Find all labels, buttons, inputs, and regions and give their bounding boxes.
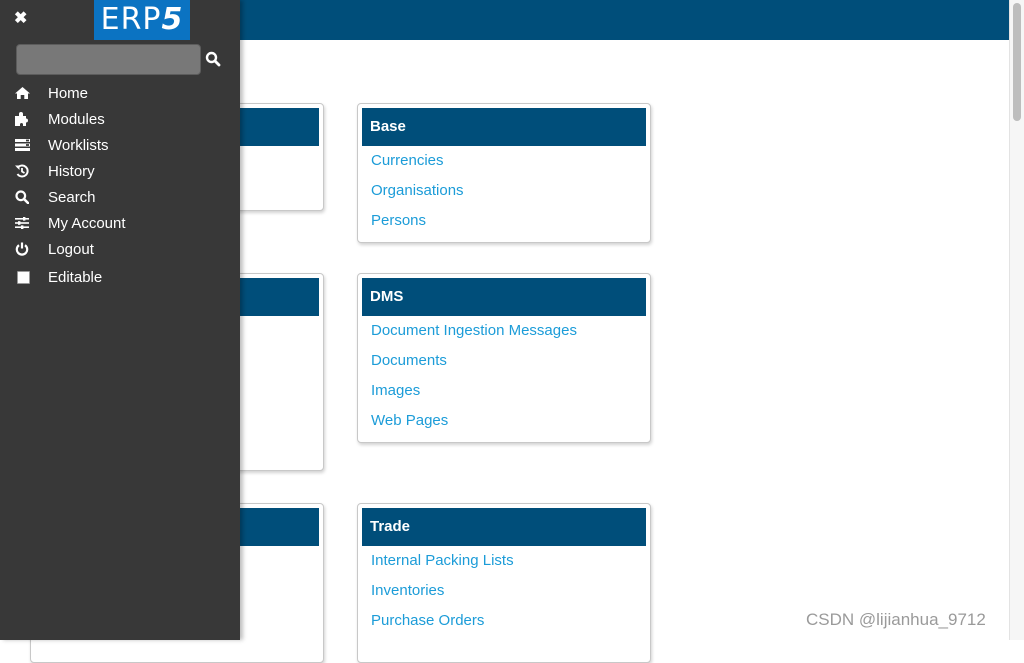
sidebar-item-search[interactable]: Search (0, 184, 240, 210)
power-icon (0, 242, 48, 256)
history-icon (0, 164, 48, 178)
sidebar-item-worklists[interactable]: Worklists (0, 132, 240, 158)
list-item: Document Ingestion Messages (362, 318, 646, 348)
list-item: Web Pages (362, 408, 646, 438)
search-icon (205, 51, 221, 67)
list-item: Persons (362, 208, 646, 238)
list-item: Documents (362, 348, 646, 378)
module-link-currencies[interactable]: Currencies (371, 152, 444, 169)
close-sidebar-button[interactable]: ✖ (14, 10, 30, 28)
module-card-trade: Trade Internal Packing Lists Inventories… (357, 503, 651, 663)
sidebar-item-label: Worklists (48, 136, 109, 154)
sidebar-item-label: Logout (48, 240, 94, 258)
list-item: Images (362, 378, 646, 408)
vertical-scrollbar[interactable] (1009, 0, 1024, 640)
sidebar-item-modules[interactable]: Modules (0, 106, 240, 132)
puzzle-icon (0, 112, 48, 126)
list-item: Organisations (362, 178, 646, 208)
module-link-organisations[interactable]: Organisations (371, 182, 464, 199)
sidebar-item-home[interactable]: Home (0, 80, 240, 106)
editable-checkbox[interactable] (17, 270, 30, 284)
sidebar-item-label: History (48, 162, 95, 180)
module-link-document-ingestion-messages[interactable]: Document Ingestion Messages (371, 322, 577, 339)
checkbox-icon (0, 270, 48, 284)
close-icon: ✖ (14, 10, 28, 27)
module-link-internal-packing-lists[interactable]: Internal Packing Lists (371, 552, 514, 569)
module-link-list: Document Ingestion Messages Documents Im… (362, 316, 646, 438)
sidebar-panel: ✖ ERP5 Home Modules Worklists History Se… (0, 0, 240, 640)
module-link-persons[interactable]: Persons (371, 212, 426, 229)
module-link-list: Currencies Organisations Persons (362, 146, 646, 238)
module-link-web-pages[interactable]: Web Pages (371, 412, 448, 429)
sidebar-item-history[interactable]: History (0, 158, 240, 184)
module-link-purchase-orders[interactable]: Purchase Orders (371, 612, 484, 629)
module-link-documents[interactable]: Documents (371, 352, 447, 369)
search-icon (0, 190, 48, 204)
sidebar-item-logout[interactable]: Logout (0, 236, 240, 262)
sidebar-item-my-account[interactable]: My Account (0, 210, 240, 236)
list-item: Internal Packing Lists (362, 548, 646, 578)
sidebar-item-label: Editable (48, 268, 103, 286)
module-link-inventories[interactable]: Inventories (371, 582, 444, 599)
logo-digit: 5 (161, 2, 184, 37)
watermark: CSDN @lijianhua_9712 (806, 610, 986, 629)
sliders-icon (0, 217, 48, 229)
sidebar-item-label: My Account (48, 214, 126, 232)
list-item: Inventories (362, 578, 646, 608)
sidebar-search-input[interactable] (16, 44, 201, 75)
sidebar-search-button[interactable] (205, 51, 221, 67)
module-card-base: Base Currencies Organisations Persons (357, 103, 651, 243)
scrollbar-thumb[interactable] (1013, 3, 1021, 121)
sidebar-item-label: Search (48, 188, 96, 206)
module-card-title: Base (362, 108, 646, 146)
list-item: Currencies (362, 148, 646, 178)
editable-toggle[interactable]: Editable (0, 264, 240, 290)
sidebar-nav: Home Modules Worklists History Search My… (0, 80, 240, 290)
module-link-images[interactable]: Images (371, 382, 420, 399)
erp5-logo[interactable]: ERP5 (94, 0, 190, 40)
module-card-title: Trade (362, 508, 646, 546)
sidebar-item-label: Modules (48, 110, 105, 128)
module-card-dms: DMS Document Ingestion Messages Document… (357, 273, 651, 443)
home-icon (0, 87, 48, 99)
sidebar-item-label: Home (48, 84, 89, 102)
module-link-list: Internal Packing Lists Inventories Purch… (362, 546, 646, 638)
logo-text: ERP (100, 2, 162, 37)
module-card-title: DMS (362, 278, 646, 316)
tasks-icon (0, 139, 48, 151)
list-item: Purchase Orders (362, 608, 646, 638)
